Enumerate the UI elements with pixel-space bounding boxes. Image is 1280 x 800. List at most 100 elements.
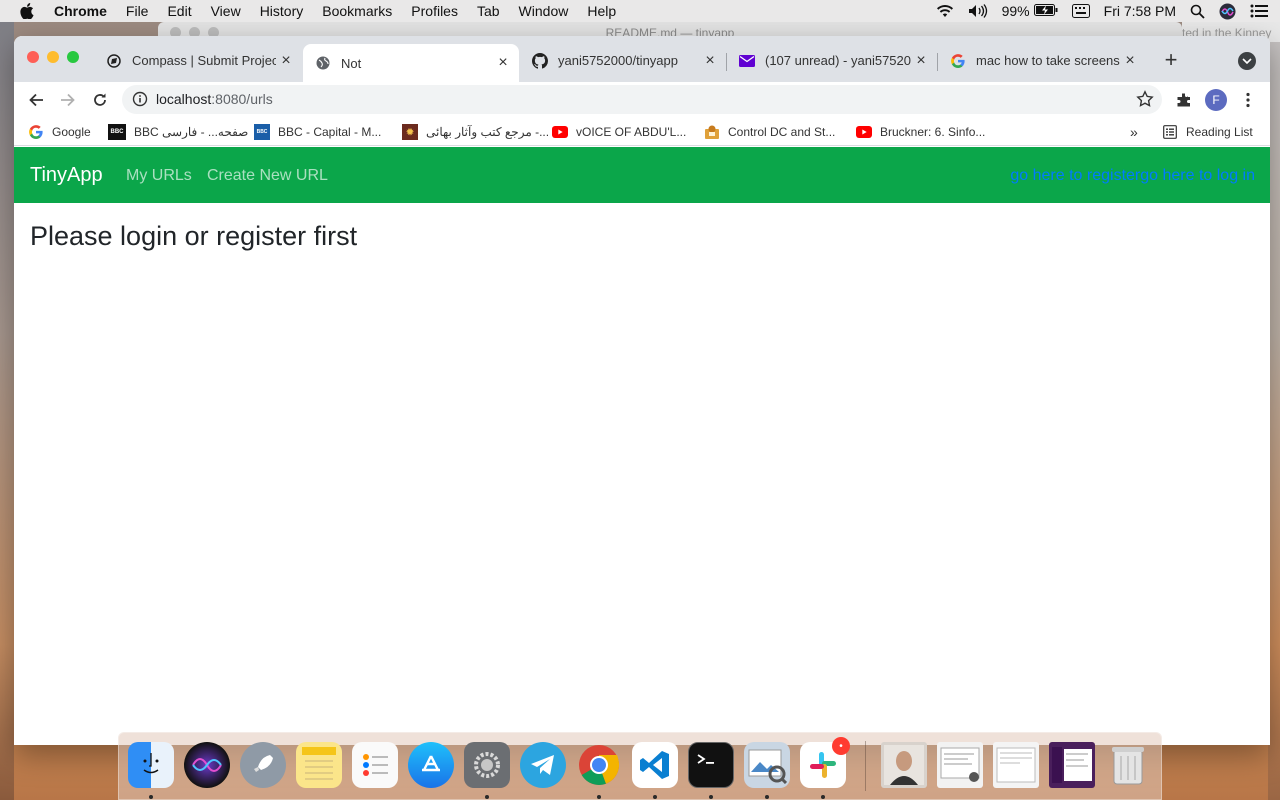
launchpad-icon[interactable] (240, 742, 286, 788)
tab-not[interactable]: Not × (303, 44, 519, 82)
dock: • (118, 732, 1162, 800)
tab-close-icon[interactable]: × (493, 54, 513, 72)
tab-mail[interactable]: (107 unread) - yani57520 × (727, 46, 937, 75)
chrome-menu-icon[interactable] (1236, 88, 1260, 112)
compass-icon (106, 53, 122, 69)
menu-bar: Chrome File Edit View History Bookmarks … (0, 0, 1280, 22)
menu-edit[interactable]: Edit (167, 3, 191, 19)
system-preferences-icon[interactable] (464, 742, 510, 788)
youtube-icon (856, 124, 872, 140)
tab-search-button[interactable] (1238, 52, 1256, 70)
login-link[interactable]: go here to log in (1140, 167, 1255, 184)
bookmark-label: Bruckner: 6. Sinfo... (880, 125, 986, 139)
window-zoom-button[interactable] (67, 51, 79, 63)
bookmark-star-icon[interactable] (1136, 90, 1154, 108)
slack-icon[interactable]: • (800, 737, 850, 788)
slack-window-thumbnail-icon[interactable] (1049, 742, 1095, 788)
tab-title: (107 unread) - yani57520 (765, 53, 911, 68)
register-link[interactable]: go here to register (1010, 167, 1140, 184)
app-brand[interactable]: TinyApp (30, 164, 103, 187)
preview-icon[interactable] (744, 742, 790, 788)
bookmark-label: vOICE OF ABDU'L... (576, 125, 687, 139)
tab-github[interactable]: yani5752000/tinyapp × (520, 46, 726, 75)
nav-my-urls[interactable]: My URLs (126, 167, 192, 185)
bookmarks-overflow-icon[interactable]: » (1130, 123, 1138, 141)
back-button[interactable] (24, 88, 48, 112)
bookmark-label: BBC صفحه... - فارسی (134, 125, 249, 139)
spotlight-search-icon[interactable] (1190, 4, 1205, 19)
mail-icon (739, 53, 755, 69)
new-tab-button[interactable]: + (1160, 49, 1182, 71)
browser-window: Compass | Submit Project × Not × yani575… (14, 36, 1270, 745)
app-navbar: TinyApp My URLs Create New URL go here t… (14, 147, 1270, 203)
battery-percent: 99% (1001, 3, 1030, 19)
tab-close-icon[interactable]: × (276, 52, 296, 70)
notification-center-icon[interactable] (1250, 4, 1268, 18)
bookmark-voice-of-abdul[interactable]: vOICE OF ABDU'L... (552, 123, 686, 141)
menu-window[interactable]: Window (519, 3, 569, 19)
window-thumbnail-icon[interactable] (937, 742, 983, 788)
window-close-button[interactable] (27, 51, 39, 63)
slack-notification-badge: • (832, 737, 850, 755)
tab-close-icon[interactable]: × (700, 52, 720, 70)
bbc-capital-icon: BBC (254, 124, 270, 140)
url-text: localhost:8080/urls (156, 91, 273, 107)
menu-help[interactable]: Help (587, 3, 616, 19)
siri-icon[interactable] (1219, 3, 1236, 20)
nav-create-new-url[interactable]: Create New URL (207, 167, 328, 185)
tab-close-icon[interactable]: × (1120, 52, 1140, 70)
menu-tab[interactable]: Tab (477, 3, 500, 19)
notes-icon[interactable] (296, 742, 342, 788)
terminal-icon[interactable] (688, 742, 734, 788)
menu-clock[interactable]: Fri 7:58 PM (1104, 3, 1176, 19)
bookmark-bahai[interactable]: ✹ مرجع کتب وآثار بهائی -... (402, 123, 549, 141)
input-source-icon[interactable] (1071, 4, 1090, 18)
wifi-icon[interactable] (936, 4, 954, 18)
siri-dock-icon[interactable] (184, 742, 230, 788)
chrome-dock-icon[interactable] (576, 742, 622, 788)
finder-icon[interactable] (128, 742, 174, 788)
app-store-icon[interactable] (408, 742, 454, 788)
menu-history[interactable]: History (260, 3, 304, 19)
bookmark-google[interactable]: Google (28, 123, 91, 141)
tab-google-search[interactable]: mac how to take screensh × (938, 46, 1146, 75)
menu-profiles[interactable]: Profiles (411, 3, 458, 19)
vscode-icon[interactable] (632, 742, 678, 788)
menu-view[interactable]: View (211, 3, 241, 19)
address-bar[interactable]: localhost:8080/urls (122, 85, 1162, 114)
telegram-icon[interactable] (520, 742, 566, 788)
reload-button[interactable] (88, 88, 112, 112)
bookmark-label: مرجع کتب وآثار بهائی -... (426, 125, 550, 139)
bookmark-control-dc[interactable]: Control DC and St... (704, 123, 835, 141)
tab-close-icon[interactable]: × (911, 52, 931, 70)
tab-strip: Compass | Submit Project × Not × yani575… (14, 36, 1270, 82)
menu-file[interactable]: File (126, 3, 149, 19)
window-minimize-button[interactable] (47, 51, 59, 63)
menu-app-name[interactable]: Chrome (54, 3, 107, 19)
bookmark-bbc-capital[interactable]: BBC BBC - Capital - M... (254, 123, 381, 141)
nav-auth-links: go here to registergo here to log in (1010, 167, 1255, 185)
battery-icon[interactable] (1033, 3, 1058, 19)
trash-icon[interactable] (1105, 742, 1151, 788)
bookmark-bbc-persian[interactable]: BBC BBC صفحه... - فارسی (108, 123, 248, 141)
forward-button[interactable] (56, 88, 80, 112)
google-icon (950, 53, 966, 69)
bookmark-label: Control DC and St... (728, 125, 836, 139)
reading-list-icon (1162, 124, 1178, 140)
bbc-icon: BBC (108, 124, 126, 140)
reading-list-button[interactable]: Reading List (1162, 123, 1253, 141)
volume-icon[interactable] (968, 4, 988, 18)
bookmark-bruckner[interactable]: Bruckner: 6. Sinfo... (856, 123, 985, 141)
photo-thumbnail-icon[interactable] (881, 742, 927, 788)
menu-bookmarks[interactable]: Bookmarks (322, 3, 392, 19)
youtube-icon (552, 124, 568, 140)
tab-compass[interactable]: Compass | Submit Project × (94, 46, 302, 75)
document-thumbnail-icon[interactable] (993, 742, 1039, 788)
github-icon (532, 52, 548, 69)
profile-avatar[interactable]: F (1204, 88, 1228, 112)
apple-menu-icon[interactable] (20, 3, 36, 19)
site-info-icon[interactable] (132, 91, 148, 107)
reminders-icon[interactable] (352, 742, 398, 788)
dock-separator (865, 741, 866, 791)
extensions-icon[interactable] (1172, 88, 1196, 112)
